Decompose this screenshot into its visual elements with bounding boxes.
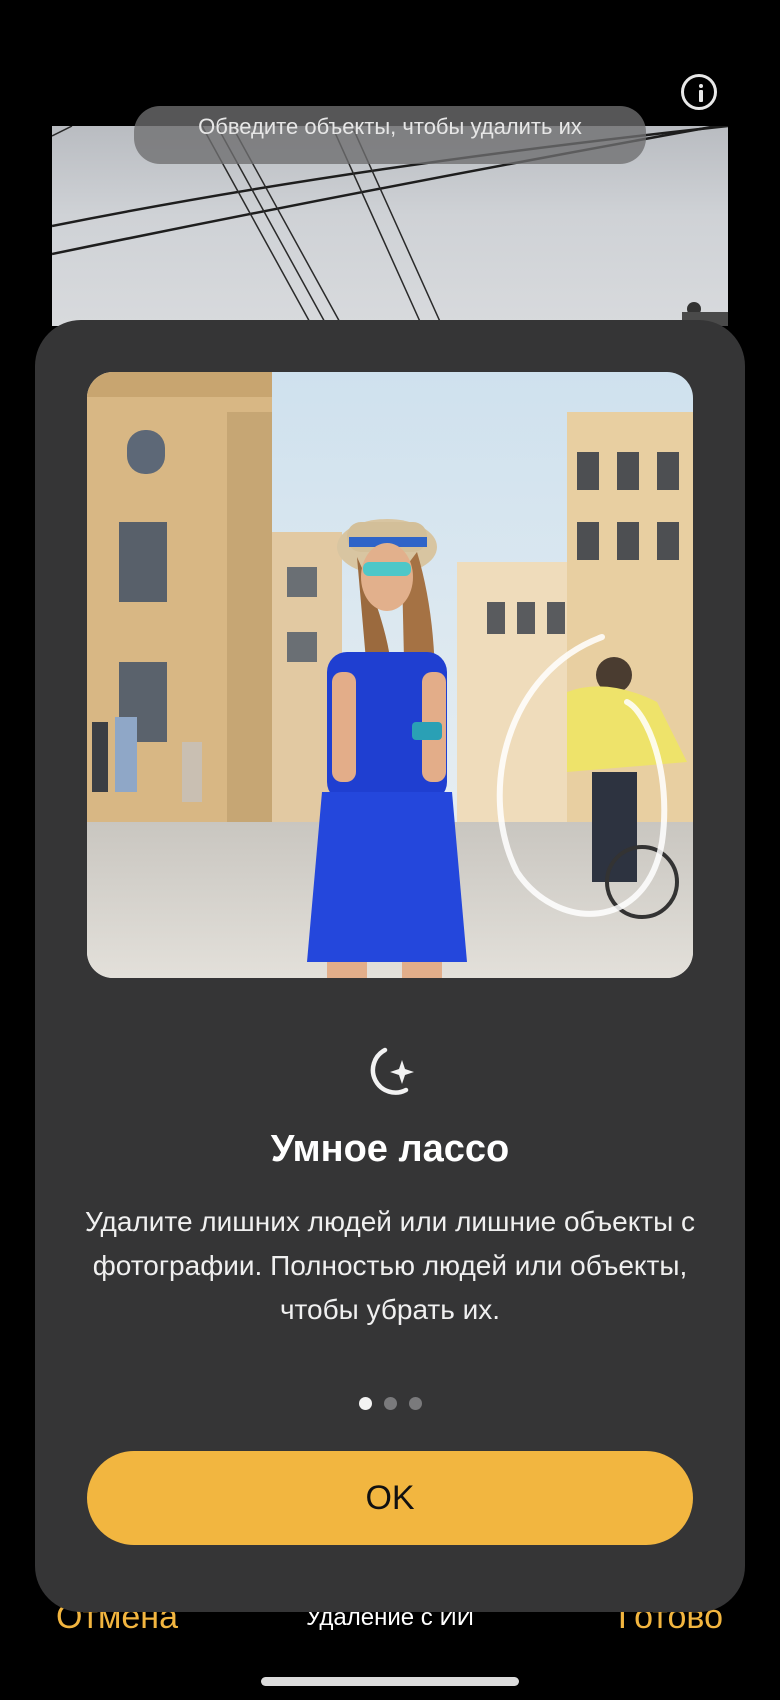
feature-description: Удалите лишних людей или лишние объекты … xyxy=(84,1206,696,1325)
sparkle-lasso-icon xyxy=(356,1040,422,1106)
page-indicator[interactable] xyxy=(35,1397,745,1413)
onboarding-sheet: Умное лассо Удалите лишних людей или лиш… xyxy=(35,320,745,1612)
info-icon[interactable] xyxy=(681,74,717,110)
ok-button[interactable]: OK xyxy=(87,1451,693,1545)
home-indicator[interactable] xyxy=(261,1677,519,1686)
page-dot[interactable] xyxy=(408,1397,422,1410)
hint-banner: Обведите объекты, чтобы удалить их xyxy=(134,106,646,164)
page-dot[interactable] xyxy=(383,1397,397,1410)
info-dot xyxy=(699,84,703,88)
info-bar xyxy=(699,90,703,102)
page-dot-active[interactable] xyxy=(358,1397,372,1410)
example-photo xyxy=(87,372,693,978)
feature-title: Умное лассо xyxy=(270,1128,510,1170)
